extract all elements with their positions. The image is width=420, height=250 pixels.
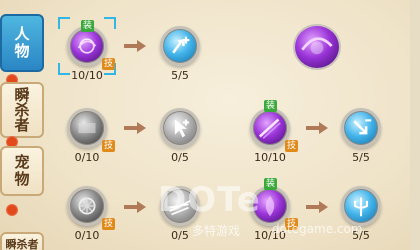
skill-tree-panel: 人 物 瞬 杀 者 宠 物 瞬杀者 装 技 10/10 5/5 技 0/10 0…	[0, 0, 420, 250]
skill-steel-orb-icon[interactable]	[67, 108, 107, 148]
panel-right-edge	[410, 0, 420, 250]
arrow-right-icon	[124, 201, 146, 213]
watermark-url: dotegame.com	[272, 222, 363, 236]
stat-grey-arrow-icon[interactable]	[160, 108, 200, 148]
skill-purple-orb-large-icon[interactable]	[293, 24, 341, 70]
alert-dot-icon	[6, 204, 18, 216]
arrow-right-icon	[124, 40, 146, 52]
tab-assassin-bottom[interactable]: 瞬杀者	[0, 232, 44, 250]
skill-purple-orb-icon[interactable]	[67, 26, 107, 66]
site-watermark: DOTe 多特游戏 dotegame.com	[152, 180, 420, 250]
skill-count: 10/10	[71, 69, 103, 82]
stat-count: 5/5	[352, 151, 370, 164]
tab-pet[interactable]: 宠 物	[0, 146, 44, 196]
stat-blue-plus-icon[interactable]	[160, 26, 200, 66]
stat-count: 5/5	[171, 69, 189, 82]
arrow-right-icon	[124, 122, 146, 134]
tab-assassin-bottom-label: 瞬杀者	[5, 237, 39, 250]
equip-badge: 装	[81, 20, 94, 32]
skill-count: 0/10	[74, 151, 100, 164]
tab-pet-label: 宠 物	[14, 153, 30, 188]
arrow-right-icon	[306, 122, 328, 134]
skill-count: 10/10	[254, 151, 286, 164]
watermark-text: 多特游戏	[192, 224, 241, 238]
skill-purple-slash-icon[interactable]	[250, 108, 290, 148]
watermark-logo: DOTe	[158, 180, 261, 220]
tab-character-label: 人 物	[14, 25, 30, 60]
equip-badge: 装	[264, 100, 277, 112]
tab-assassin-label: 瞬 杀 者	[14, 85, 30, 134]
tab-assassin[interactable]: 瞬 杀 者	[0, 82, 44, 138]
skill-steel-wheel-icon[interactable]	[67, 186, 107, 226]
stat-blue-minus-icon[interactable]	[341, 108, 381, 148]
skill-count: 0/10	[74, 229, 100, 242]
stat-count: 0/5	[171, 151, 189, 164]
tab-character[interactable]: 人 物	[0, 14, 44, 72]
